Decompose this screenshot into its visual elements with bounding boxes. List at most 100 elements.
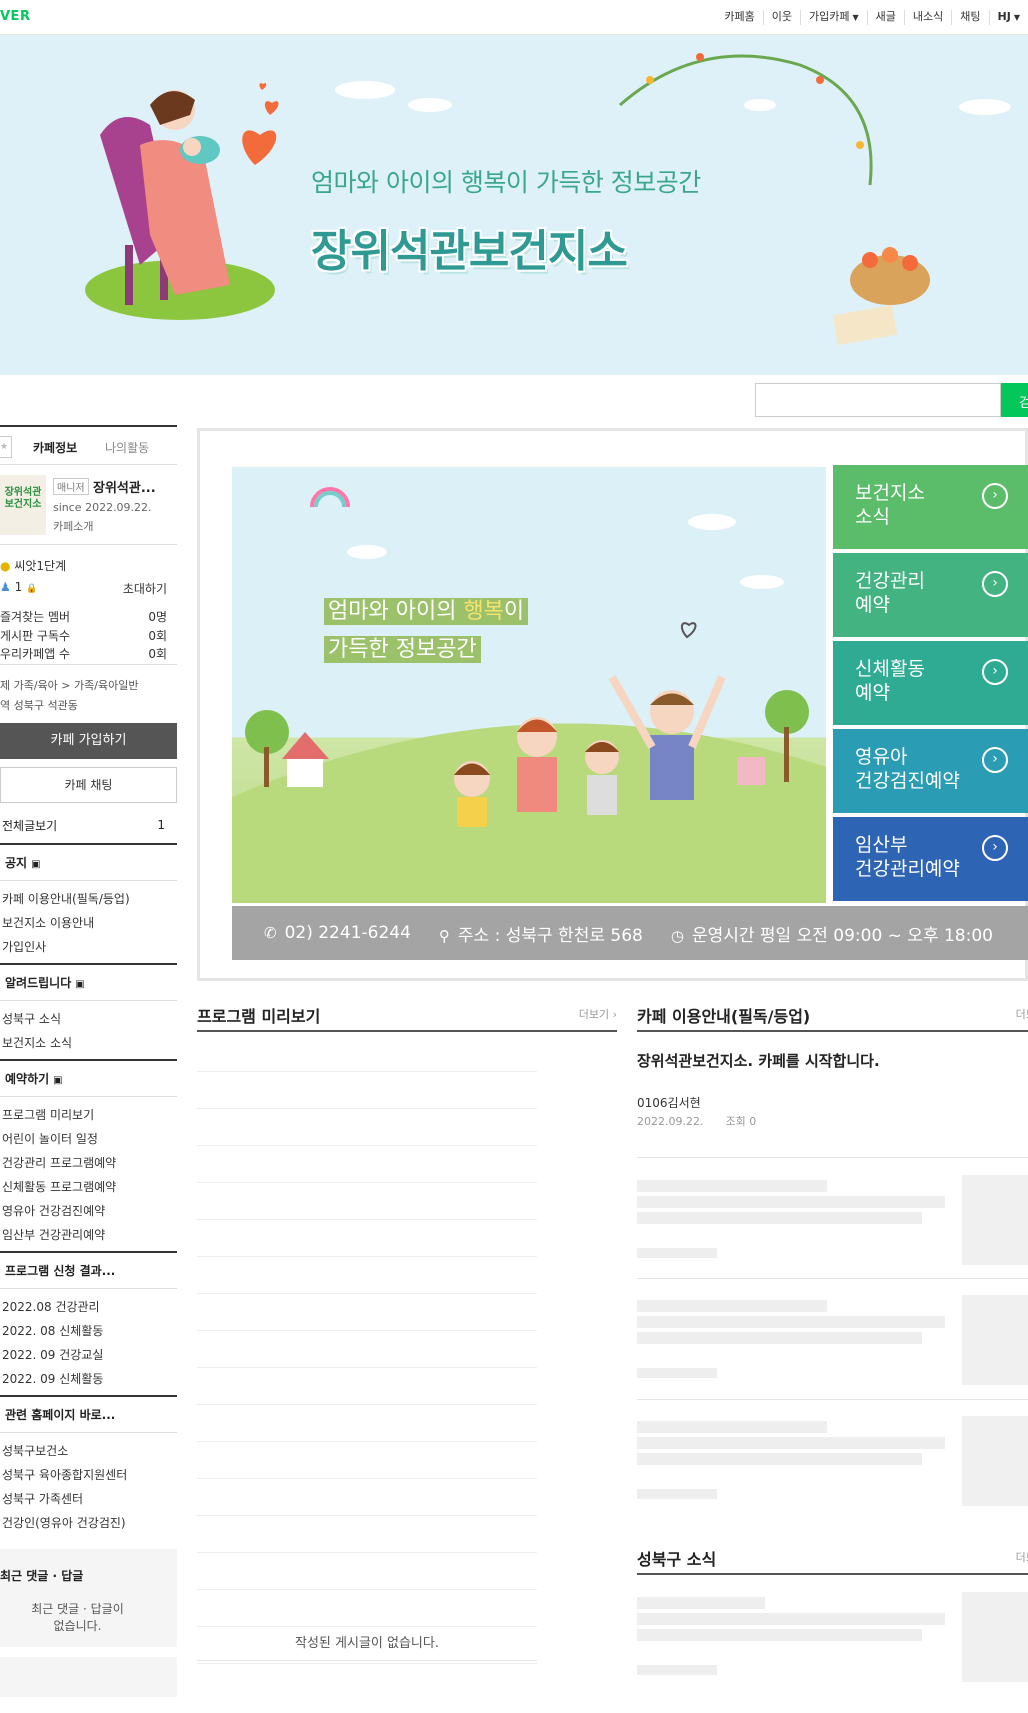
notice-post-title[interactable]: 장위석관보건지소. 카페를 시작합니다.: [637, 1050, 880, 1071]
menu-item[interactable]: 성북구 육아종합지원센터: [2, 1463, 177, 1487]
join-cafe-button[interactable]: 카페 가입하기: [0, 723, 177, 759]
menu-item[interactable]: 건강관리 프로그램예약: [2, 1151, 177, 1175]
menu-group-title[interactable]: 프로그램 신청 결과...: [0, 1253, 177, 1289]
menu-item[interactable]: 가입인사: [2, 935, 177, 959]
top-navigation-bar: VER 카페홈 이웃 가입카페 ▼ 새글 내소식 채팅 HJ ▼: [0, 0, 1028, 35]
more-link[interactable]: 더보기: [1016, 1006, 1028, 1022]
menu-item[interactable]: 프로그램 미리보기: [2, 1103, 177, 1127]
quick-link-health-management[interactable]: 건강관리 예약 ›: [833, 553, 1028, 637]
recent-empty-line: 없습니다.: [53, 1619, 102, 1633]
board-title[interactable]: 카페 이용안내(필독/등업): [637, 1003, 810, 1027]
tab-my-activity[interactable]: 나의활동: [105, 439, 149, 456]
nav-my-news[interactable]: 내소식: [903, 10, 951, 25]
cafe-level-label: 씨앗1단계: [14, 559, 67, 573]
cafe-search-input[interactable]: [755, 383, 1001, 417]
invite-link[interactable]: 초대하기: [123, 580, 167, 597]
stat-label: 우리카페앱 수: [0, 647, 71, 661]
menu-item[interactable]: 2022.08 건강관리: [2, 1295, 177, 1319]
menu-item[interactable]: 보건지소 이용안내: [2, 911, 177, 935]
category-line[interactable]: 제 가족/육아 > 가족/육아일반: [0, 677, 177, 697]
cafe-chat-button[interactable]: 카페 채팅: [0, 767, 177, 803]
menu-item[interactable]: 성북구 가족센터: [2, 1487, 177, 1511]
stat-value: 0명: [148, 610, 167, 624]
banner-title: 장위석관보건지소: [311, 226, 628, 277]
cafe-sidebar: ★ 카페정보 나의활동 장위석관 보건지소 매니저 장위석관... since 2…: [0, 425, 177, 1697]
stat-row: 즐겨찾는 멤버 0명: [0, 608, 167, 625]
naver-logo[interactable]: VER: [0, 9, 30, 24]
chevron-right-circle-icon: ›: [982, 747, 1008, 773]
board-header: 카페 이용안내(필독/등업) 더보기: [637, 1000, 1028, 1032]
nav-new-posts[interactable]: 새글: [866, 10, 904, 25]
quick-link-physical-activity[interactable]: 신체활동 예약 ›: [833, 641, 1028, 725]
menu-item[interactable]: 2022. 08 신체활동: [2, 1319, 177, 1343]
quick-link-infant-checkup[interactable]: 영유아 건강검진예약 ›: [833, 729, 1028, 813]
menu-group-links: 관련 홈페이지 바로... 성북구보건소 성북구 육아종합지원센터 성북구 가족…: [0, 1397, 177, 1539]
member-count-value: 1: [14, 580, 23, 594]
main-illustration: 엄마와 아이의 행복이 가득한 정보공간: [232, 467, 826, 903]
chevron-right-circle-icon: ›: [982, 659, 1008, 685]
menu-item[interactable]: 보건지소 소식: [2, 1031, 177, 1055]
quick-link-pregnancy-care[interactable]: 임산부 건강관리예약 ›: [833, 817, 1028, 901]
menu-item[interactable]: 2022. 09 건강교실: [2, 1343, 177, 1367]
member-count[interactable]: ♟ 1 🔒: [0, 580, 37, 597]
menu-item[interactable]: 성북구 소식: [2, 1007, 177, 1031]
phone-icon: ✆: [264, 924, 277, 942]
contact-info-bar: ✆ 02) 2241-6244 ⚲ 주소 : 성북구 한천로 568 ◷ 운영시간 평…: [232, 906, 1028, 960]
menu-group-title[interactable]: 예약하기 ▣: [0, 1061, 177, 1097]
post-views: 조회 0: [725, 1115, 757, 1128]
quick-link-health-center-news[interactable]: 보건지소 소식 ›: [833, 465, 1028, 549]
nav-joined-cafes-label: 가입카페: [809, 10, 850, 23]
phone-info: ✆ 02) 2241-6244: [264, 923, 411, 943]
more-link-label: 더보기: [578, 1008, 610, 1021]
hours-text: 운영시간 평일 오전 09:00 ~ 오후 18:00: [691, 925, 993, 946]
global-nav: 카페홈 이웃 가입카페 ▼ 새글 내소식 채팅 HJ ▼: [716, 10, 1028, 25]
menu-group-title[interactable]: 관련 홈페이지 바로...: [0, 1397, 177, 1433]
recent-comments-title: 최근 댓글 · 답글: [0, 1569, 84, 1583]
board-title[interactable]: 성북구 소식: [637, 1546, 716, 1570]
nav-user-menu[interactable]: HJ ▼: [988, 10, 1028, 25]
star-icon[interactable]: ★: [0, 436, 12, 458]
menu-group-title[interactable]: 공지 ▣: [0, 845, 177, 881]
recent-comments-empty: 최근 댓글 · 답글이 없습니다.: [0, 1601, 155, 1635]
cafe-since: since 2022.09.22.: [53, 501, 152, 514]
quick-link-label: 건강검진예약: [855, 770, 960, 792]
quick-link-label: 예약: [855, 594, 890, 616]
nav-joined-cafes[interactable]: 가입카페 ▼: [800, 10, 867, 25]
menu-group-title-text: 공지: [5, 856, 28, 870]
sidebar-next-section: [0, 1657, 177, 1697]
nav-cafe-home[interactable]: 카페홈: [716, 10, 762, 25]
cafe-intro-link[interactable]: 카페소개: [53, 518, 93, 534]
family-illustration: [232, 487, 826, 903]
menu-item[interactable]: 성북구보건소: [2, 1439, 177, 1463]
menu-item[interactable]: 카페 이용안내(필독/등업): [2, 887, 177, 911]
stat-label: 즐겨찾는 멤버: [0, 610, 71, 624]
board-program-preview: 프로그램 미리보기 더보기 ›: [197, 1000, 617, 1032]
menu-item[interactable]: 영유아 건강검진예약: [2, 1199, 177, 1223]
tab-cafe-info[interactable]: 카페정보: [33, 439, 77, 456]
region-line[interactable]: 역 성북구 석관동: [0, 697, 177, 713]
cafe-level[interactable]: ● 씨앗1단계: [0, 557, 66, 574]
more-link[interactable]: 더보기 ›: [579, 1006, 617, 1022]
more-link[interactable]: 더보기: [1016, 1549, 1028, 1565]
menu-group-title-text: 예약하기: [5, 1072, 50, 1086]
nav-chat[interactable]: 채팅: [951, 10, 988, 25]
menu-item[interactable]: 어린이 놀이터 일정: [2, 1127, 177, 1151]
menu-group-title[interactable]: 알려드립니다 ▣: [0, 965, 177, 1001]
address-info: ⚲ 주소 : 성북구 한천로 568: [439, 921, 643, 946]
search-button[interactable]: 검색: [1001, 383, 1028, 417]
menu-item[interactable]: 건강인(영유아 건강검진): [2, 1511, 177, 1535]
nav-neighbors[interactable]: 이웃: [762, 10, 800, 25]
menu-group-announcements: 알려드립니다 ▣ 성북구 소식 보건지소 소식: [0, 965, 177, 1061]
square-icon: ▣: [31, 859, 41, 870]
lock-icon: 🔒: [26, 584, 38, 594]
menu-group-reservations: 예약하기 ▣ 프로그램 미리보기 어린이 놀이터 일정 건강관리 프로그램예약 신…: [0, 1061, 177, 1253]
quick-link-label: 예약: [855, 682, 890, 704]
menu-item[interactable]: 임산부 건강관리예약: [2, 1223, 177, 1247]
post-author[interactable]: 0106김서현: [637, 1094, 701, 1111]
menu-item[interactable]: 2022. 09 신체활동: [2, 1367, 177, 1391]
menu-item[interactable]: 신체활동 프로그램예약: [2, 1175, 177, 1199]
all-posts-link[interactable]: 전체글보기 1: [0, 807, 177, 845]
cafe-name[interactable]: 장위석관...: [93, 477, 156, 496]
board-title[interactable]: 프로그램 미리보기: [197, 1003, 320, 1027]
stat-row: 우리카페앱 수 0회: [0, 645, 167, 662]
